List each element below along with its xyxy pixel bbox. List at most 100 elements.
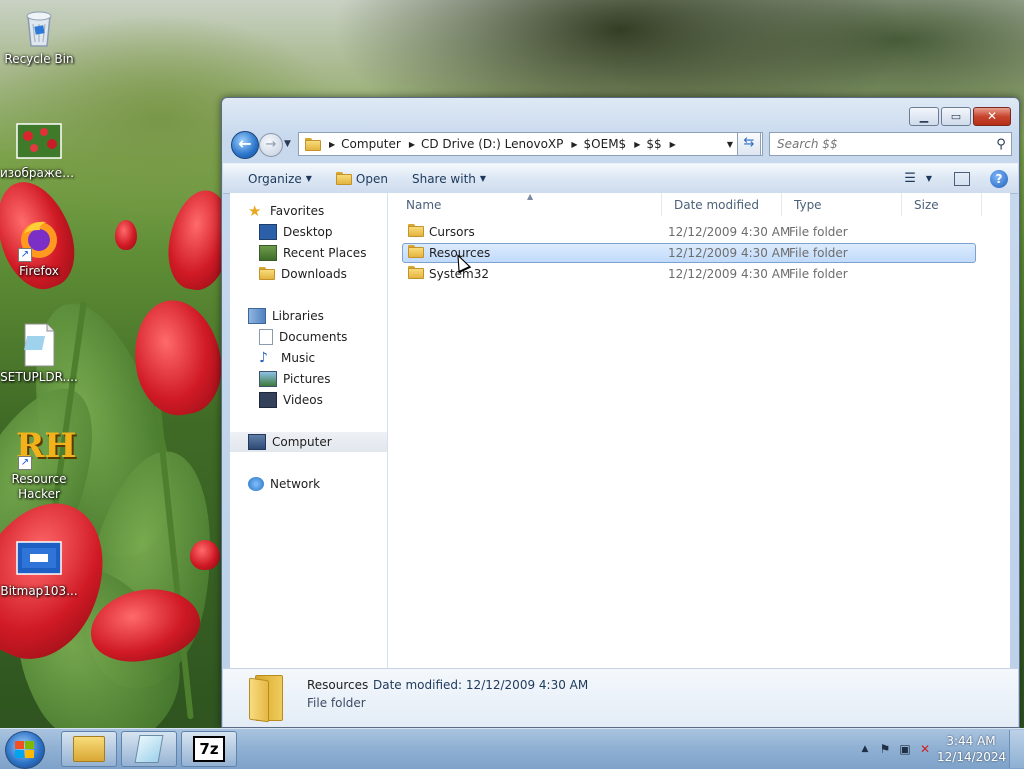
breadcrumb-cd-drive[interactable]: CD Drive (D:) LenovoXP bbox=[417, 137, 569, 151]
firefox-icon: ↗ bbox=[16, 216, 62, 262]
minimize-icon: ▁ bbox=[919, 110, 929, 123]
desktop-icon bbox=[259, 224, 277, 240]
address-dropdown-icon[interactable]: ▼ bbox=[722, 140, 738, 149]
forward-arrow-icon: → bbox=[265, 137, 277, 152]
minimize-button[interactable]: ▁ bbox=[909, 107, 939, 126]
chevron-right-icon[interactable]: ▶ bbox=[327, 140, 337, 149]
window-controls: ▁ ▭ ✕ bbox=[909, 107, 1011, 126]
view-options-dropdown[interactable]: ▼ bbox=[926, 174, 932, 183]
taskbar-explorer-button[interactable] bbox=[61, 731, 117, 767]
nav-recent-places[interactable]: Recent Places bbox=[230, 243, 387, 263]
column-header-date[interactable]: Date modified bbox=[662, 193, 782, 216]
nav-music[interactable]: ♪ Music bbox=[230, 348, 387, 368]
nav-computer[interactable]: Computer bbox=[230, 432, 387, 452]
breadcrumb-computer[interactable]: Computer bbox=[337, 137, 407, 151]
nav-network[interactable]: Network bbox=[230, 474, 387, 494]
network-status-icon[interactable]: ▣ bbox=[897, 742, 913, 756]
videos-icon bbox=[259, 392, 277, 408]
refresh-button[interactable]: ⇆ bbox=[737, 132, 761, 156]
back-button[interactable]: ← bbox=[231, 131, 259, 159]
nav-pictures[interactable]: Pictures bbox=[230, 369, 387, 389]
taskbar: 7z ▲ ⚑ ▣ ✕ 3:44 AM 12/14/2024 bbox=[0, 728, 1024, 769]
share-with-button[interactable]: Share with ▼ bbox=[400, 172, 498, 186]
address-bar[interactable]: ▶ Computer ▶ CD Drive (D:) LenovoXP ▶ $O… bbox=[298, 132, 763, 156]
chevron-down-icon: ▼ bbox=[479, 174, 487, 183]
resource-hacker-icon: RH ↗ bbox=[16, 426, 77, 470]
close-icon: ✕ bbox=[986, 109, 998, 123]
search-input[interactable] bbox=[770, 136, 989, 152]
file-list: ▲ Name Date modified Type Size Cursors 1… bbox=[388, 193, 1010, 668]
recent-pages-dropdown[interactable]: ▼ bbox=[284, 139, 291, 149]
star-icon: ★ bbox=[248, 202, 262, 220]
desktop-icon-setupldr[interactable]: SETUPLDR.... bbox=[0, 322, 78, 385]
table-row[interactable]: Cursors 12/12/2009 4:30 AM File folder bbox=[402, 222, 976, 242]
desktop-icon-bitmap[interactable]: Bitmap103... bbox=[0, 536, 78, 599]
desktop-icon-recycle-bin[interactable]: Recycle Bin bbox=[0, 4, 78, 67]
desktop-icon-firefox[interactable]: ↗ Firefox bbox=[0, 216, 78, 279]
clock[interactable]: 3:44 AM 12/14/2024 bbox=[937, 733, 1006, 765]
shortcut-arrow-icon: ↗ bbox=[18, 456, 32, 470]
pictures-icon bbox=[259, 371, 277, 387]
show-hidden-icons-button[interactable]: ▲ bbox=[857, 744, 873, 754]
desktop-icon-resource-hacker[interactable]: RH ↗ Resource Hacker bbox=[0, 424, 78, 502]
chevron-down-icon: ▼ bbox=[305, 174, 312, 183]
search-icon[interactable]: ⚲ bbox=[991, 137, 1011, 152]
details-pane: Resources Date modified: 12/12/2009 4:30… bbox=[223, 668, 1018, 727]
close-button[interactable]: ✕ bbox=[973, 107, 1011, 126]
navigation-bar: ← → ▼ ▶ Computer ▶ CD Drive (D:) LenovoX… bbox=[230, 130, 1012, 159]
breadcrumb-current[interactable]: $$ bbox=[642, 137, 667, 151]
column-header-type[interactable]: Type bbox=[782, 193, 902, 216]
explorer-window[interactable]: ▁ ▭ ✕ ← → ▼ ▶ Computer ▶ CD Drive (D:) L… bbox=[221, 97, 1020, 728]
breadcrumb-oem[interactable]: $OEM$ bbox=[580, 137, 633, 151]
maximize-icon: ▭ bbox=[950, 110, 962, 123]
forward-button[interactable]: → bbox=[259, 133, 283, 157]
desktop-icon-image[interactable]: изображен... bbox=[0, 118, 78, 181]
change-view-button[interactable]: ☰ bbox=[904, 171, 916, 186]
libraries-icon bbox=[248, 308, 266, 324]
notepad-icon bbox=[134, 735, 164, 763]
folder-icon bbox=[408, 266, 424, 282]
nav-favorites[interactable]: ★ Favorites bbox=[230, 201, 387, 221]
image-file-icon bbox=[16, 118, 62, 164]
column-header-name[interactable]: Name bbox=[394, 193, 662, 216]
nav-documents[interactable]: Documents bbox=[230, 327, 387, 347]
open-folder-icon bbox=[335, 172, 352, 185]
chevron-right-icon[interactable]: ▶ bbox=[569, 140, 579, 149]
open-button[interactable]: Open bbox=[324, 172, 400, 186]
command-bar: Organize ▼ Open Share with ▼ ☰ ▼ ? bbox=[223, 163, 1018, 194]
organize-button[interactable]: Organize ▼ bbox=[223, 172, 324, 186]
start-button[interactable] bbox=[5, 731, 45, 769]
preview-pane-button[interactable] bbox=[954, 171, 970, 186]
folder-icon bbox=[408, 224, 424, 240]
refresh-icon: ⇆ bbox=[743, 135, 755, 150]
taskbar-7zip-button[interactable]: 7z bbox=[181, 731, 237, 767]
windows-logo-icon bbox=[15, 741, 35, 759]
action-center-flag-icon[interactable]: ⚑ bbox=[877, 742, 893, 756]
maximize-button[interactable]: ▭ bbox=[941, 107, 971, 126]
chevron-right-icon[interactable]: ▶ bbox=[668, 140, 678, 149]
nav-desktop[interactable]: Desktop bbox=[230, 222, 387, 242]
chevron-right-icon[interactable]: ▶ bbox=[632, 140, 642, 149]
nav-downloads[interactable]: Downloads bbox=[230, 264, 387, 284]
table-row-selected[interactable]: Resources 12/12/2009 4:30 AM File folder bbox=[402, 243, 976, 263]
shortcut-arrow-icon: ↗ bbox=[18, 248, 32, 262]
column-header-size[interactable]: Size bbox=[902, 193, 982, 216]
folder-icon bbox=[408, 245, 424, 261]
help-button[interactable]: ? bbox=[990, 169, 1008, 188]
details-type: File folder bbox=[307, 696, 366, 710]
nav-videos[interactable]: Videos bbox=[230, 390, 387, 410]
navigation-pane: ★ Favorites Desktop Recent Places Downlo… bbox=[230, 193, 388, 668]
nav-libraries[interactable]: Libraries bbox=[230, 306, 387, 326]
help-icon: ? bbox=[995, 171, 1003, 186]
network-icon bbox=[248, 477, 264, 491]
bitmap-file-icon bbox=[16, 536, 62, 582]
volume-muted-icon[interactable]: ✕ bbox=[917, 742, 933, 756]
taskbar-notepad-button[interactable] bbox=[121, 731, 177, 767]
table-row[interactable]: System32 12/12/2009 4:30 AM File folder bbox=[402, 264, 976, 284]
show-desktop-button[interactable] bbox=[1009, 730, 1024, 768]
setup-file-icon bbox=[16, 322, 62, 368]
search-box[interactable]: ⚲ bbox=[769, 132, 1012, 156]
music-icon: ♪ bbox=[259, 350, 268, 366]
chevron-right-icon[interactable]: ▶ bbox=[407, 140, 417, 149]
large-folder-icon bbox=[249, 675, 283, 723]
